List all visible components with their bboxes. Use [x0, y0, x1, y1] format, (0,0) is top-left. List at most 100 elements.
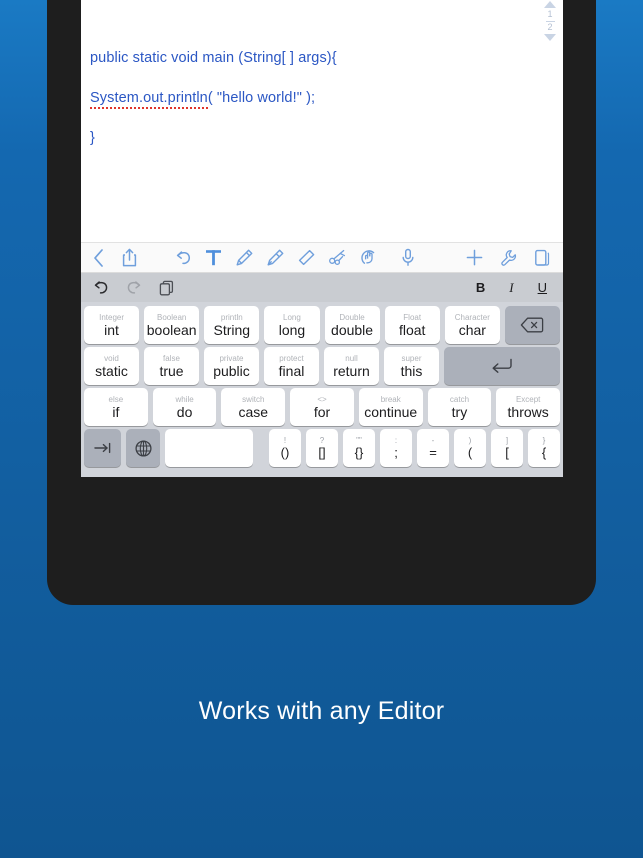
page-up-icon[interactable]	[544, 1, 556, 9]
code-line-3: }	[90, 130, 95, 146]
key-main-label: {	[541, 445, 547, 460]
key-sub-label: Double	[339, 312, 365, 322]
key-main-label: static	[95, 362, 128, 379]
key-sub-label: Except	[515, 394, 541, 404]
key-public[interactable]: private public	[204, 347, 259, 385]
back-icon[interactable]	[93, 248, 104, 267]
key-if[interactable]: else if	[84, 388, 148, 426]
key-open-paren[interactable]: ) (	[454, 429, 486, 467]
key-sub-label: }	[542, 436, 546, 445]
key-true[interactable]: false true	[144, 347, 199, 385]
key-brackets[interactable]: ? []	[306, 429, 338, 467]
page-indicator[interactable]: 1 2	[540, 0, 560, 50]
key-semicolon[interactable]: : ;	[380, 429, 412, 467]
globe-icon	[134, 439, 152, 457]
undo-icon[interactable]	[93, 280, 109, 295]
backspace-key[interactable]	[504, 306, 560, 344]
hand-tool-icon[interactable]	[359, 248, 378, 267]
key-main-label: return	[333, 362, 370, 379]
return-icon	[492, 358, 512, 373]
highlighter-tool-icon[interactable]	[266, 248, 285, 267]
format-bar: B I U	[81, 273, 563, 302]
keyboard-row-2: void static false true private public pr…	[84, 347, 560, 385]
key-main-label: char	[458, 321, 486, 338]
key-continue[interactable]: break continue	[358, 388, 423, 426]
italic-button[interactable]: I	[509, 280, 513, 296]
plus-icon[interactable]	[466, 249, 483, 266]
lasso-cut-tool-icon[interactable]	[328, 248, 347, 267]
key-do[interactable]: while do	[152, 388, 217, 426]
key-main-label: true	[159, 362, 184, 379]
page-down-icon[interactable]	[544, 33, 556, 41]
wrench-icon[interactable]	[500, 249, 517, 266]
page-total: 2	[547, 21, 553, 32]
java-keyboard: Integer int Boolean boolean println Stri…	[81, 302, 563, 477]
microphone-icon[interactable]	[401, 248, 415, 267]
key-sub-label: protect	[279, 353, 304, 363]
key-main-label: =	[429, 445, 437, 460]
return-key[interactable]	[444, 347, 560, 385]
key-main-label: case	[238, 403, 269, 420]
key-main-label: int	[104, 321, 119, 338]
keyboard-row-1: Integer int Boolean boolean println Stri…	[84, 306, 560, 344]
key-sub-label: void	[104, 353, 119, 363]
key-open-brace[interactable]: } {	[528, 429, 560, 467]
tab-key[interactable]	[84, 429, 121, 467]
code-line-2-text: ( "hello world!" );	[207, 90, 316, 106]
key-int[interactable]: Integer int	[84, 306, 140, 344]
undo-icon[interactable]	[175, 250, 192, 266]
share-icon[interactable]	[122, 248, 137, 267]
note-toolbar	[81, 242, 563, 273]
space-key[interactable]	[165, 429, 253, 467]
code-line-2: System.out.println( "hello world!" );	[90, 90, 316, 109]
eraser-tool-icon[interactable]	[297, 248, 316, 267]
key-sub-label: !	[283, 436, 287, 445]
key-main-label: ;	[394, 445, 398, 460]
key-sub-label: ""	[356, 436, 362, 445]
text-tool-icon[interactable]	[204, 248, 223, 267]
key-static[interactable]: void static	[84, 347, 139, 385]
misspelled-token: System.out.println	[90, 90, 208, 109]
pen-tool-icon[interactable]	[235, 248, 254, 267]
key-main-label: []	[318, 445, 326, 460]
key-open-bracket[interactable]: ] [	[491, 429, 523, 467]
key-parens[interactable]: ! ()	[269, 429, 301, 467]
key-case[interactable]: switch case	[221, 388, 286, 426]
key-for[interactable]: <> for	[290, 388, 354, 426]
key-main-label: continue	[364, 403, 418, 420]
key-main-label: if	[112, 403, 120, 420]
key-return-word[interactable]: null return	[324, 347, 379, 385]
key-char[interactable]: Character char	[444, 306, 500, 344]
underline-button[interactable]: U	[538, 280, 547, 295]
code-line-3-text: }	[90, 130, 95, 146]
key-main-label: {}	[354, 445, 364, 460]
key-main-label: float	[398, 321, 426, 338]
key-sub-label: while	[175, 394, 194, 404]
key-try[interactable]: catch try	[427, 388, 492, 426]
key-sub-label: Character	[454, 312, 490, 322]
copy-icon[interactable]	[159, 280, 174, 296]
bold-button[interactable]: B	[476, 280, 485, 295]
keyboard-row-3: else if while do switch case <> for brea…	[84, 388, 561, 426]
key-sub-label: <>	[317, 394, 327, 404]
key-sub-label: false	[163, 353, 180, 363]
key-string[interactable]: println String	[204, 306, 260, 344]
key-double[interactable]: Double double	[324, 306, 380, 344]
note-canvas[interactable]: public static void main (String[ ] args)…	[81, 0, 563, 242]
key-float[interactable]: Float float	[384, 306, 440, 344]
key-main-label: public	[213, 362, 250, 379]
tablet-screen: public static void main (String[ ] args)…	[81, 0, 563, 477]
key-sub-label: Integer	[99, 312, 125, 322]
key-boolean[interactable]: Boolean boolean	[144, 306, 200, 344]
pages-icon[interactable]	[534, 249, 550, 267]
key-equals[interactable]: - =	[417, 429, 449, 467]
key-final[interactable]: protect final	[264, 347, 319, 385]
key-throws[interactable]: Except throws	[496, 388, 561, 426]
key-long[interactable]: Long long	[264, 306, 320, 344]
key-sub-label: Long	[283, 312, 301, 322]
globe-key[interactable]	[126, 429, 160, 467]
key-braces[interactable]: "" {}	[343, 429, 375, 467]
key-sub-label: break	[380, 394, 401, 404]
key-sub-label: -	[431, 436, 435, 445]
key-this[interactable]: super this	[384, 347, 439, 385]
